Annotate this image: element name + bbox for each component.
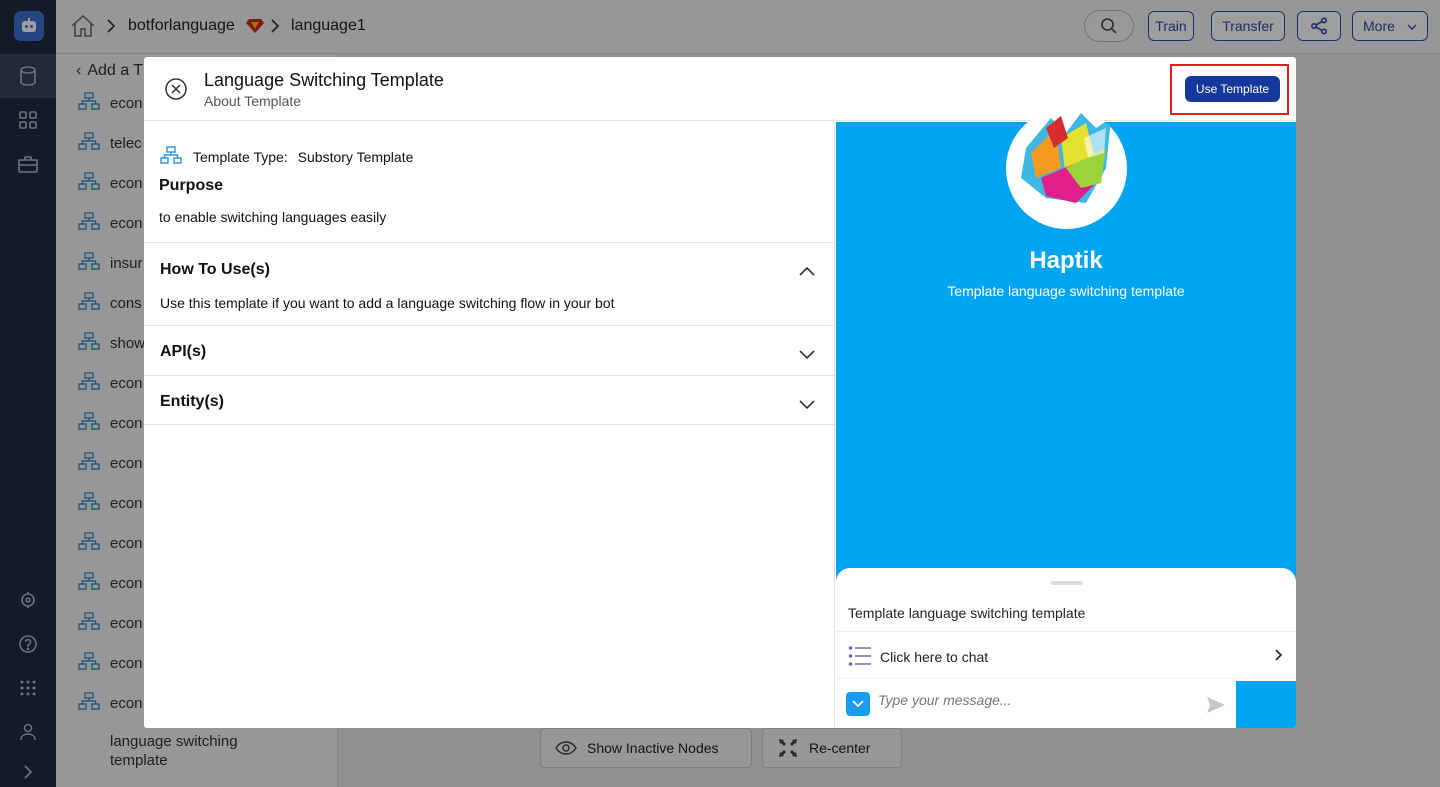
section-body: Use this template if you want to add a l… <box>160 295 615 311</box>
purpose-text: to enable switching languages easily <box>159 209 387 225</box>
drag-handle[interactable] <box>1051 581 1083 585</box>
template-type-label: Template Type: <box>193 148 288 165</box>
template-details: Template Type: Substory Template Purpose… <box>144 122 835 728</box>
bot-avatar <box>1006 108 1127 229</box>
use-template-button[interactable]: Use Template <box>1185 76 1280 102</box>
menu-toggle-icon[interactable] <box>846 692 870 716</box>
click-to-chat-row[interactable]: Click here to chat <box>836 631 1296 679</box>
message-input[interactable] <box>878 692 1198 708</box>
chevron-down-icon[interactable] <box>799 347 815 363</box>
chevron-up-icon[interactable] <box>799 263 815 279</box>
chat-card: Template language switching template Cli… <box>836 568 1296 728</box>
bot-name: Haptik <box>1029 247 1103 274</box>
modal-title: Language Switching Template <box>204 70 444 90</box>
modal-subtitle: About Template <box>204 93 302 109</box>
bot-description: Template language switching template <box>947 283 1185 299</box>
close-icon[interactable] <box>164 77 188 101</box>
how-to-use-section[interactable]: How To Use(s) Use this template if you w… <box>144 242 835 325</box>
template-type-row: Template Type: Substory Template <box>160 146 413 167</box>
template-modal: Language Switching Template About Templa… <box>144 57 1296 728</box>
send-icon[interactable] <box>1206 696 1226 719</box>
card-title: Template language switching template <box>848 605 1086 621</box>
chevron-right-icon[interactable] <box>1274 648 1283 666</box>
section-heading: How To Use(s) <box>160 261 270 278</box>
list-icon <box>848 645 872 672</box>
entities-section[interactable]: Entity(s) <box>144 375 835 425</box>
substory-icon <box>160 146 182 167</box>
chat-preview: Haptik Template language switching templ… <box>836 108 1296 728</box>
section-heading: Entity(s) <box>160 393 224 410</box>
modal-header: Language Switching Template About Templa… <box>144 57 1296 121</box>
chevron-down-icon[interactable] <box>799 397 815 413</box>
send-area[interactable] <box>1236 681 1296 728</box>
click-here-to-chat-link[interactable]: Click here to chat <box>880 649 988 665</box>
purpose-heading: Purpose <box>159 177 224 194</box>
section-heading: API(s) <box>160 343 207 360</box>
template-type-value: Substory Template <box>297 148 414 165</box>
apis-section[interactable]: API(s) <box>144 325 835 375</box>
